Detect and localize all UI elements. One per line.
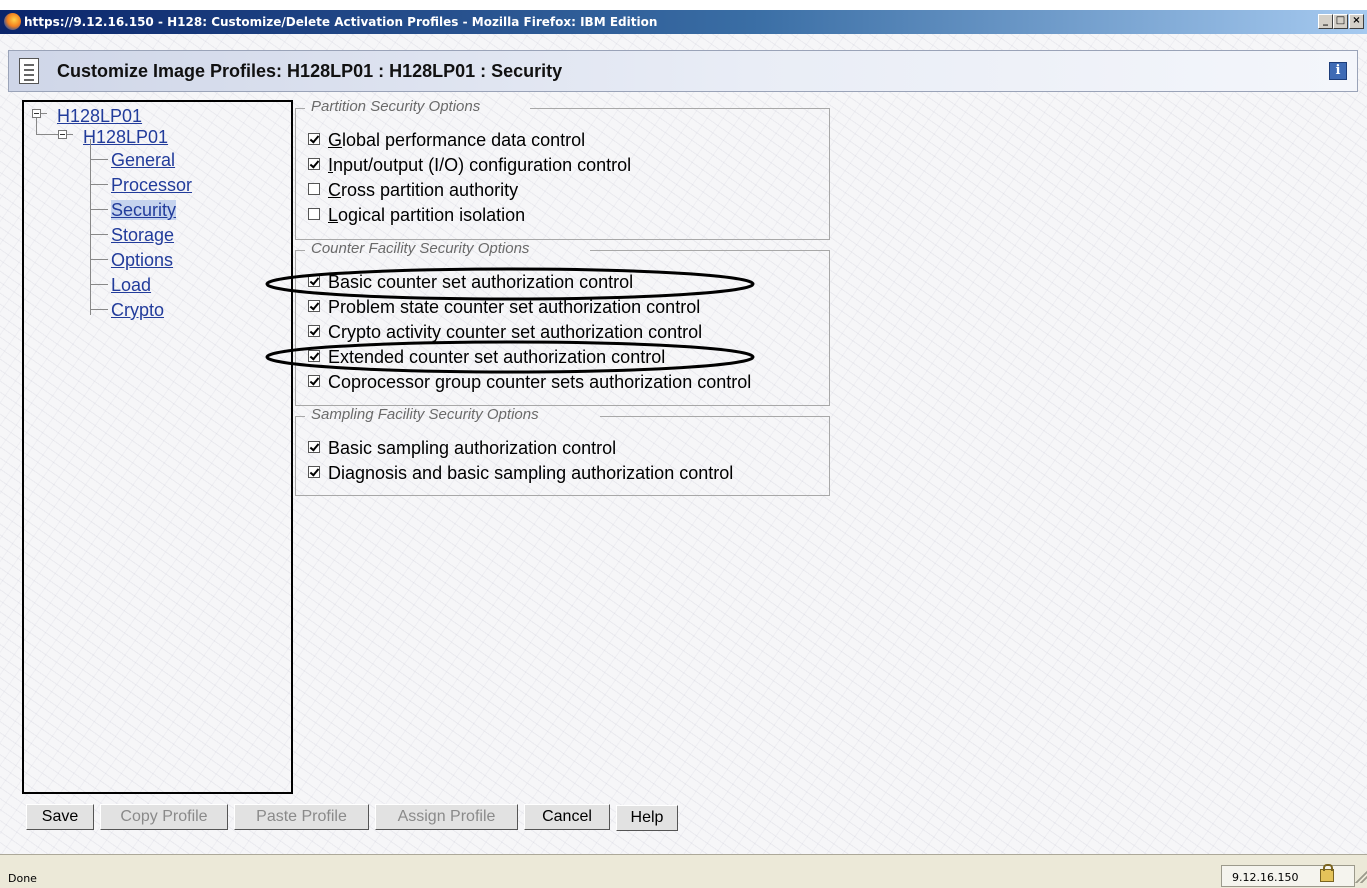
tree-item-load[interactable]: Load — [111, 275, 151, 295]
checkbox-icon[interactable] — [308, 466, 320, 478]
maximize-button[interactable]: □ — [1333, 14, 1348, 29]
problem-state-counter-checkbox[interactable]: Problem state counter set authorization … — [308, 297, 700, 319]
info-icon[interactable]: i — [1329, 62, 1347, 80]
group-legend: Counter Facility Security Options — [311, 240, 530, 257]
save-button[interactable]: Save — [26, 804, 94, 830]
tree-item-storage[interactable]: Storage — [111, 225, 174, 245]
tree-item-security[interactable]: Security — [111, 200, 177, 220]
cancel-button[interactable]: Cancel — [524, 804, 610, 830]
page-content: Customize Image Profiles: H128LP01 : H12… — [0, 34, 1367, 854]
status-bar: Done 9.12.16.150 — [0, 854, 1367, 888]
partition-isolation-checkbox[interactable]: Logical partition isolation — [308, 205, 525, 227]
checkbox-icon[interactable] — [308, 183, 320, 195]
collapse-icon[interactable] — [32, 109, 41, 118]
checkbox-icon[interactable] — [308, 350, 320, 362]
group-legend: Partition Security Options — [311, 98, 481, 115]
basic-sampling-checkbox[interactable]: Basic sampling authorization control — [308, 438, 616, 460]
lock-icon[interactable] — [1320, 864, 1334, 882]
paste-profile-button[interactable]: Paste Profile — [234, 804, 369, 830]
collapse-icon[interactable] — [58, 130, 67, 139]
io-configuration-checkbox[interactable]: Input/output (I/O) configuration control — [308, 155, 631, 177]
page-title: Customize Image Profiles: H128LP01 : H12… — [57, 61, 563, 81]
help-button[interactable]: Help — [616, 805, 678, 831]
profile-tree: H128LP01 H128LP01 General Processor Secu… — [22, 100, 293, 794]
page-header: Customize Image Profiles: H128LP01 : H12… — [8, 50, 1358, 92]
window-title: https://9.12.16.150 - H128: Customize/De… — [24, 15, 658, 29]
resize-grip-icon[interactable] — [1355, 871, 1367, 883]
coprocessor-counter-checkbox[interactable]: Coprocessor group counter sets authoriza… — [308, 372, 751, 394]
close-button[interactable]: × — [1349, 14, 1364, 29]
partition-security-group: Partition Security Options Global perfor… — [295, 98, 830, 240]
checkbox-icon[interactable] — [308, 275, 320, 287]
tree-item-options[interactable]: Options — [111, 250, 173, 270]
counter-facility-group: Counter Facility Security Options Basic … — [295, 240, 830, 406]
checkbox-icon[interactable] — [308, 208, 320, 220]
cross-partition-checkbox[interactable]: Cross partition authority — [308, 180, 518, 202]
minimize-button[interactable]: _ — [1318, 14, 1333, 29]
status-text: Done — [8, 872, 37, 885]
firefox-icon — [4, 13, 21, 30]
assign-profile-button[interactable]: Assign Profile — [375, 804, 518, 830]
tree-item-general[interactable]: General — [111, 150, 175, 170]
checkbox-icon[interactable] — [308, 325, 320, 337]
extended-counter-checkbox[interactable]: Extended counter set authorization contr… — [308, 347, 665, 369]
checkbox-icon[interactable] — [308, 375, 320, 387]
crypto-activity-counter-checkbox[interactable]: Crypto activity counter set authorizatio… — [308, 322, 702, 344]
tree-item-crypto[interactable]: Crypto — [111, 300, 164, 320]
checkbox-icon[interactable] — [308, 158, 320, 170]
status-address: 9.12.16.150 — [1232, 871, 1299, 884]
checkbox-icon[interactable] — [308, 441, 320, 453]
global-performance-checkbox[interactable]: Global performance data control — [308, 130, 585, 152]
window-titlebar: https://9.12.16.150 - H128: Customize/De… — [0, 10, 1367, 34]
checkbox-icon[interactable] — [308, 133, 320, 145]
tree-profile-h128lp01[interactable]: H128LP01 — [83, 127, 168, 147]
tree-item-processor[interactable]: Processor — [111, 175, 192, 195]
diagnosis-sampling-checkbox[interactable]: Diagnosis and basic sampling authorizati… — [308, 463, 733, 485]
document-icon — [19, 58, 39, 84]
tree-root-h128lp01[interactable]: H128LP01 — [57, 106, 142, 126]
basic-counter-checkbox[interactable]: Basic counter set authorization control — [308, 272, 633, 294]
checkbox-icon[interactable] — [308, 300, 320, 312]
group-legend: Sampling Facility Security Options — [311, 406, 539, 423]
copy-profile-button[interactable]: Copy Profile — [100, 804, 228, 830]
status-address-panel: 9.12.16.150 — [1221, 864, 1355, 887]
sampling-facility-group: Sampling Facility Security Options Basic… — [295, 406, 830, 496]
